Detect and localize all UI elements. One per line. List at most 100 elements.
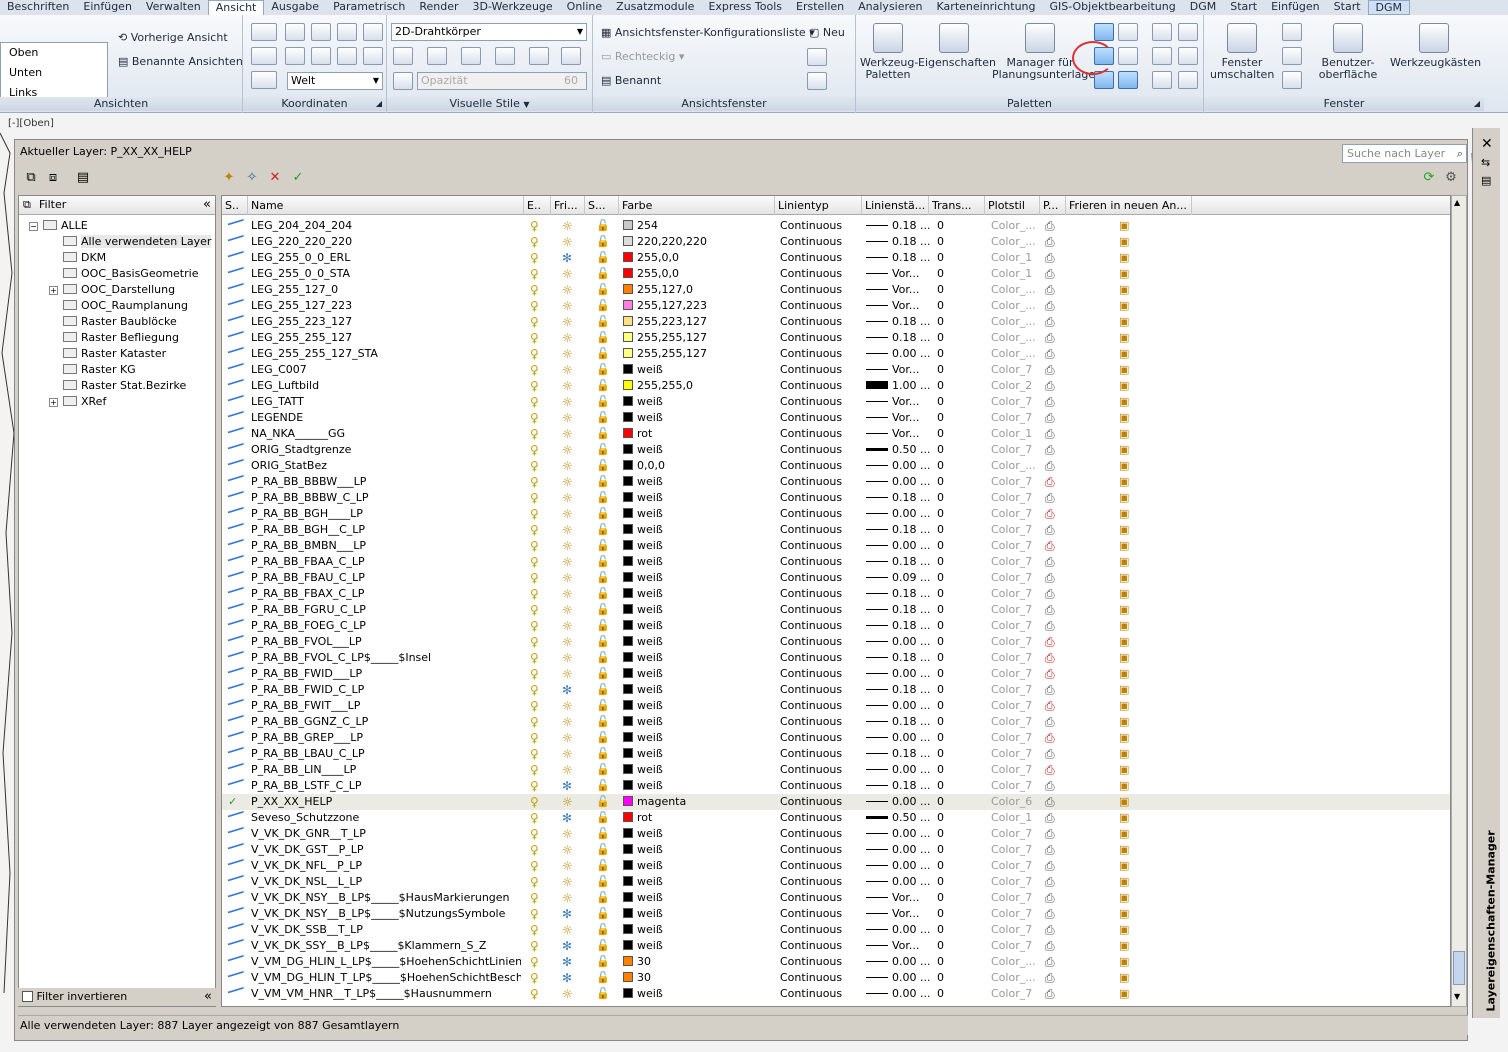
ribbon-tab[interactable]: Verwalten <box>139 0 208 15</box>
no-plot-icon[interactable]: ⎙ <box>1045 762 1055 778</box>
layer-transparency[interactable]: 0 <box>937 570 944 586</box>
filter-tree-item[interactable]: XRef <box>63 394 106 410</box>
unlock-icon[interactable]: 🔓 <box>596 330 610 346</box>
newvp-freeze-icon[interactable]: ▣ <box>1119 410 1129 426</box>
layer-transparency[interactable]: 0 <box>937 746 944 762</box>
unlock-icon[interactable]: 🔓 <box>596 282 610 298</box>
layer-name[interactable]: V_VK_DK_GNR__T_LP <box>251 826 521 842</box>
layer-linetype[interactable]: Continuous <box>780 266 842 282</box>
layer-lineweight[interactable]: 0.00 ... <box>866 730 930 746</box>
layer-color[interactable]: weiß <box>623 906 773 922</box>
table-row[interactable]: P_RA_BB_GGNZ_C_LP ♀ ☼ 🔓 weiß Continuous 0.18 .… <box>222 714 1450 730</box>
layer-plotstyle[interactable]: Color_7 <box>991 826 1032 842</box>
unlock-icon[interactable]: 🔓 <box>596 570 610 586</box>
design-center-icon[interactable] <box>1118 23 1138 41</box>
layer-lineweight[interactable]: 0.00 ... <box>866 762 930 778</box>
layer-name[interactable]: V_VK_DK_NSY__B_LP$_____$HausMarkierungen <box>251 890 521 906</box>
layer-linetype[interactable]: Continuous <box>780 666 842 682</box>
layer-name[interactable]: P_RA_BB_GGNZ_C_LP <box>251 714 521 730</box>
sun-icon[interactable]: ☼ <box>562 490 573 506</box>
material-icon[interactable] <box>461 47 481 65</box>
newvp-freeze-icon[interactable]: ▣ <box>1119 330 1129 346</box>
ucs-icon[interactable] <box>251 23 277 41</box>
layer-name[interactable]: LEGENDE <box>251 410 521 426</box>
layer-plotstyle[interactable]: Color_7 <box>991 762 1032 778</box>
layer-plotstyle[interactable]: Color_7 <box>991 730 1032 746</box>
sun-icon[interactable]: ☼ <box>562 858 573 874</box>
unlock-icon[interactable]: 🔓 <box>596 874 610 890</box>
printer-icon[interactable]: ⎙ <box>1045 778 1055 794</box>
layer-name[interactable]: LEG_Luftbild <box>251 378 521 394</box>
unlock-icon[interactable]: 🔓 <box>596 250 610 266</box>
layer-linetype[interactable]: Continuous <box>780 842 842 858</box>
layer-linetype[interactable]: Continuous <box>780 602 842 618</box>
layer-color[interactable]: weiß <box>623 826 773 842</box>
layer-plotstyle[interactable]: Color_... <box>991 458 1036 474</box>
filter-invert-checkbox[interactable] <box>22 991 33 1002</box>
layer-color[interactable]: weiß <box>623 618 773 634</box>
layer-lineweight[interactable]: 0.00 ... <box>866 874 930 890</box>
window-tile-v-icon[interactable] <box>1282 47 1302 65</box>
layer-color[interactable]: weiß <box>623 698 773 714</box>
palette-f-icon[interactable] <box>1178 71 1198 89</box>
printer-icon[interactable]: ⎙ <box>1045 346 1055 362</box>
newvp-freeze-icon[interactable]: ▣ <box>1119 362 1129 378</box>
layer-color[interactable]: 255,127,223 <box>623 298 773 314</box>
column-header[interactable]: Fri... <box>551 196 585 215</box>
layer-plotstyle[interactable]: Color_7 <box>991 506 1032 522</box>
lightbulb-icon[interactable]: ♀ <box>530 922 539 938</box>
sun-icon[interactable]: ☼ <box>562 506 573 522</box>
lightbulb-icon[interactable]: ♀ <box>530 234 539 250</box>
layer-plotstyle[interactable]: Color_1 <box>991 266 1032 282</box>
layer-plotstyle[interactable]: Color_7 <box>991 554 1032 570</box>
snowflake-icon[interactable]: ✻ <box>562 954 572 970</box>
lightbulb-icon[interactable]: ♀ <box>530 826 539 842</box>
no-plot-icon[interactable]: ⎙ <box>1045 666 1055 682</box>
lightbulb-icon[interactable]: ♀ <box>530 970 539 986</box>
layer-lineweight[interactable]: Vor... <box>866 890 930 906</box>
layer-name[interactable]: V_VK_DK_GST__P_LP <box>251 842 521 858</box>
newvp-freeze-icon[interactable]: ▣ <box>1119 906 1129 922</box>
layer-name[interactable]: P_RA_BB_FBAU_C_LP <box>251 570 521 586</box>
layer-color[interactable]: 0,0,0 <box>623 458 773 474</box>
layer-color[interactable]: weiß <box>623 538 773 554</box>
layer-transparency[interactable]: 0 <box>937 826 944 842</box>
layer-lineweight[interactable]: Vor... <box>866 362 930 378</box>
layer-name[interactable]: P_RA_BB_FWID_C_LP <box>251 682 521 698</box>
lightbulb-icon[interactable]: ♀ <box>530 618 539 634</box>
unlock-icon[interactable]: 🔓 <box>596 442 610 458</box>
layer-transparency[interactable]: 0 <box>937 250 944 266</box>
layer-name[interactable]: P_RA_BB_FGRU_C_LP <box>251 602 521 618</box>
layer-plotstyle[interactable]: Color_7 <box>991 714 1032 730</box>
no-plot-icon[interactable]: ⎙ <box>1045 698 1055 714</box>
table-row[interactable]: P_RA_BB_FBAU_C_LP ♀ ☼ 🔓 weiß Continuous 0.09 .… <box>222 570 1450 586</box>
layer-color[interactable]: 255,0,0 <box>623 250 773 266</box>
table-row[interactable]: V_VM_DG_HLIN_L_LP$_____$HoehenSchichtLin… <box>222 954 1450 970</box>
ribbon-tab[interactable]: Ansicht <box>207 0 265 15</box>
printer-icon[interactable]: ⎙ <box>1045 970 1055 986</box>
lightbulb-icon[interactable]: ♀ <box>530 330 539 346</box>
scroll-thumb[interactable] <box>1453 951 1465 985</box>
layer-lineweight[interactable]: 0.18 ... <box>866 522 930 538</box>
newvp-freeze-icon[interactable]: ▣ <box>1119 682 1129 698</box>
column-header[interactable]: S... <box>585 196 619 215</box>
layer-plotstyle[interactable]: Color_7 <box>991 570 1032 586</box>
layer-lineweight[interactable]: 0.18 ... <box>866 602 930 618</box>
layer-name[interactable]: LEG_255_255_127 <box>251 330 521 346</box>
layer-plotstyle[interactable]: Color_7 <box>991 842 1032 858</box>
table-row[interactable]: P_RA_BB_LSTF_C_LP ♀ ✻ 🔓 weiß Continuous 0.18 .… <box>222 778 1450 794</box>
printer-icon[interactable]: ⎙ <box>1045 842 1055 858</box>
layer-transparency[interactable]: 0 <box>937 490 944 506</box>
layer-transparency[interactable]: 0 <box>937 698 944 714</box>
ribbon-tab[interactable]: DGM <box>1183 0 1224 15</box>
layer-transparency[interactable]: 0 <box>937 362 944 378</box>
lightbulb-icon[interactable]: ♀ <box>530 442 539 458</box>
layer-color[interactable]: 30 <box>623 970 773 986</box>
newvp-freeze-icon[interactable]: ▣ <box>1119 826 1129 842</box>
newvp-freeze-icon[interactable]: ▣ <box>1119 938 1129 954</box>
layer-linetype[interactable]: Continuous <box>780 474 842 490</box>
layer-plotstyle[interactable]: Color_7 <box>991 986 1032 1002</box>
layer-name[interactable]: V_VK_DK_NFL__P_LP <box>251 858 521 874</box>
layer-linetype[interactable]: Continuous <box>780 314 842 330</box>
layer-color[interactable]: weiß <box>623 730 773 746</box>
